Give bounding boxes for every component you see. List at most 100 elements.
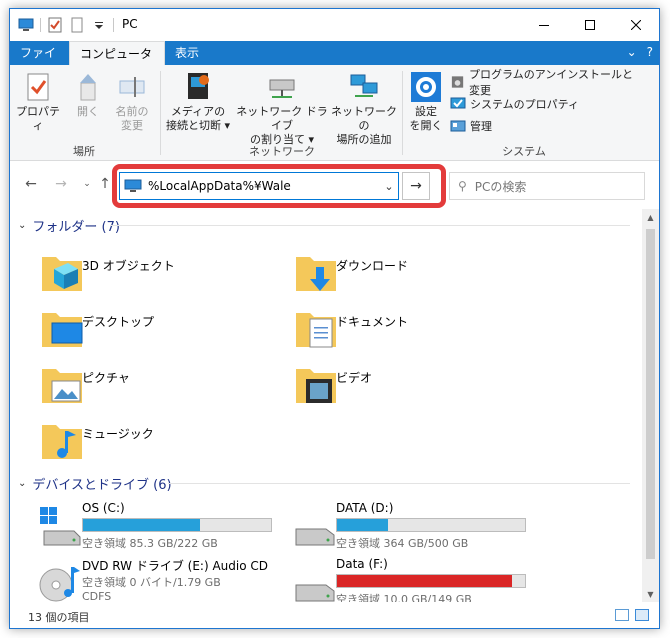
network-location-icon xyxy=(350,74,378,97)
settings-label-2: を開く xyxy=(409,119,443,132)
ribbon-controls: ⌄ ? xyxy=(627,45,653,59)
open-label: 開く xyxy=(77,105,99,118)
drive-name: DVD RW ドライブ (E:) Audio CD xyxy=(82,559,268,573)
close-button[interactable] xyxy=(613,9,659,41)
qat-separator xyxy=(40,18,41,32)
file-list: ⌄ フォルダー (7) 3D オブジェクト ダウンロード デスクトップ ドキュメ… xyxy=(10,209,644,603)
drive-usage-bar xyxy=(336,574,526,588)
uninstall-programs-button[interactable]: プログラムのアンインストールと変更 xyxy=(450,68,644,97)
qat-separator xyxy=(113,18,114,32)
recent-locations-button[interactable]: ⌄ xyxy=(78,175,96,193)
section-divider xyxy=(168,483,630,484)
chevron-down-icon: ⌄ xyxy=(18,477,27,489)
group-network: メディアの 接続と切断 ▾ ネットワーク ドライブ の割り当て ▾ ネットワーク… xyxy=(162,65,402,161)
forward-arrow-icon: → xyxy=(55,176,67,192)
address-dropdown-icon[interactable]: ⌄ xyxy=(380,180,398,193)
quick-access-toolbar xyxy=(18,17,114,33)
forward-button[interactable]: → xyxy=(52,175,70,193)
videos-folder-icon xyxy=(296,369,336,403)
media-connect-button[interactable]: メディアの 接続と切断 ▾ xyxy=(162,71,234,133)
large-icons-view-icon[interactable] xyxy=(635,609,649,621)
music-folder-icon xyxy=(42,425,82,459)
tab-view[interactable]: 表示 xyxy=(165,41,215,65)
folder-3d-objects[interactable]: 3D オブジェクト xyxy=(38,249,288,301)
drive-free-space: 空き領域 85.3 GB/222 GB xyxy=(82,537,218,550)
pictures-folder-icon xyxy=(42,369,82,403)
group-location-label: 場所 xyxy=(73,145,95,158)
details-view-icon[interactable] xyxy=(615,609,629,621)
system-properties-label: システムのプロパティ xyxy=(470,98,580,111)
scroll-down-icon[interactable]: ▼ xyxy=(642,586,659,603)
folder-name: デスクトップ xyxy=(82,315,155,329)
explorer-window: PC ファイル コンピューター 表示 ⌄ ? プロパティ 開く 名前の xyxy=(9,8,660,629)
address-bar[interactable]: %LocalAppData%¥Wale ⌄ xyxy=(119,172,399,200)
vertical-scrollbar[interactable]: ▲ ▼ xyxy=(642,209,659,603)
3d-objects-folder-icon xyxy=(42,257,82,291)
folder-pictures[interactable]: ピクチャ xyxy=(38,361,288,413)
ribbon-collapse-icon[interactable]: ⌄ xyxy=(627,45,637,59)
drive-free-space: 空き領域 364 GB/500 GB xyxy=(336,537,469,550)
go-button[interactable]: → xyxy=(402,172,430,200)
properties-button[interactable]: プロパティ xyxy=(16,71,60,133)
open-settings-button[interactable]: 設定 を開く xyxy=(406,71,446,133)
maximize-button[interactable] xyxy=(567,9,613,41)
qat-dropdown-icon[interactable] xyxy=(91,17,107,33)
drives-section-header[interactable]: ⌄ デバイスとドライブ (6) xyxy=(18,473,172,493)
tab-file[interactable]: ファイル xyxy=(10,41,69,84)
hard-drive-icon xyxy=(295,528,335,546)
drive-usage-fill xyxy=(83,519,200,531)
system-properties-icon xyxy=(450,97,466,109)
tab-computer[interactable]: コンピューター xyxy=(69,41,165,85)
map-network-drive-button[interactable]: ネットワーク ドライブ の割り当て ▾ xyxy=(234,71,330,147)
media-label-2: 接続と切断 ▾ xyxy=(165,119,231,132)
ribbon-tabs: ファイル コンピューター 表示 ⌄ ? xyxy=(10,41,659,85)
group-divider xyxy=(402,71,403,155)
folder-name: ミュージック xyxy=(82,427,154,441)
rename-button[interactable]: 名前の 変更 xyxy=(110,71,154,133)
folder-name: ビデオ xyxy=(336,371,373,385)
open-button[interactable]: 開く xyxy=(68,71,108,119)
desktop-folder-icon xyxy=(42,313,83,347)
drive-usage-bar xyxy=(336,518,526,532)
search-input[interactable]: PCの検索 xyxy=(475,178,527,195)
downloads-folder-icon xyxy=(296,257,336,291)
folder-videos[interactable]: ビデオ xyxy=(292,361,542,413)
folders-section-header[interactable]: ⌄ フォルダー (7) xyxy=(18,215,120,235)
folder-name: 3D オブジェクト xyxy=(82,259,175,273)
drive-d[interactable]: DATA (D:) 空き領域 364 GB/500 GB xyxy=(292,501,542,553)
search-box[interactable]: ⚲ PCの検索 xyxy=(449,172,645,200)
settings-label-1: 設定 xyxy=(415,105,437,118)
group-location: プロパティ 開く 名前の 変更 場所 xyxy=(10,65,158,161)
hard-drive-icon xyxy=(295,584,335,602)
up-arrow-icon: ↑ xyxy=(99,176,111,192)
folder-name: ダウンロード xyxy=(336,259,409,273)
minimize-button[interactable] xyxy=(521,9,567,41)
properties-check-icon[interactable] xyxy=(47,17,63,33)
pc-icon xyxy=(18,18,34,31)
address-input[interactable]: %LocalAppData%¥Wale xyxy=(148,179,380,193)
folder-downloads[interactable]: ダウンロード xyxy=(292,249,542,301)
system-properties-button[interactable]: システムのプロパティ xyxy=(450,95,579,113)
group-network-label: ネットワーク xyxy=(249,145,315,158)
help-icon[interactable]: ? xyxy=(647,45,653,59)
title-bar: PC xyxy=(10,9,659,41)
scroll-thumb[interactable] xyxy=(646,229,655,559)
manage-button[interactable]: 管理 xyxy=(450,117,492,135)
drive-free-space: 空き領域 0 バイト/1.79 GB xyxy=(82,576,221,589)
drive-e[interactable]: DVD RW ドライブ (E:) Audio CD 空き領域 0 バイト/1.7… xyxy=(38,557,288,603)
search-icon: ⚲ xyxy=(458,179,467,193)
scroll-up-icon[interactable]: ▲ xyxy=(642,209,659,226)
close-icon xyxy=(631,20,641,30)
settings-gear-icon xyxy=(411,72,441,102)
documents-folder-icon xyxy=(296,313,336,348)
drive-c[interactable]: OS (C:) 空き領域 85.3 GB/222 GB xyxy=(38,501,288,553)
manage-icon xyxy=(450,120,466,132)
uninstall-icon xyxy=(451,76,464,88)
new-folder-icon[interactable] xyxy=(69,17,85,33)
drive-f[interactable]: Data (F:) 空き領域 10.0 GB/149 GB xyxy=(292,557,542,603)
folder-desktop[interactable]: デスクトップ xyxy=(38,305,288,357)
folder-music[interactable]: ミュージック xyxy=(38,417,288,469)
folder-documents[interactable]: ドキュメント xyxy=(292,305,542,357)
back-button[interactable]: ← xyxy=(22,175,40,193)
add-network-location-button[interactable]: ネットワークの 場所の追加 xyxy=(330,71,398,147)
